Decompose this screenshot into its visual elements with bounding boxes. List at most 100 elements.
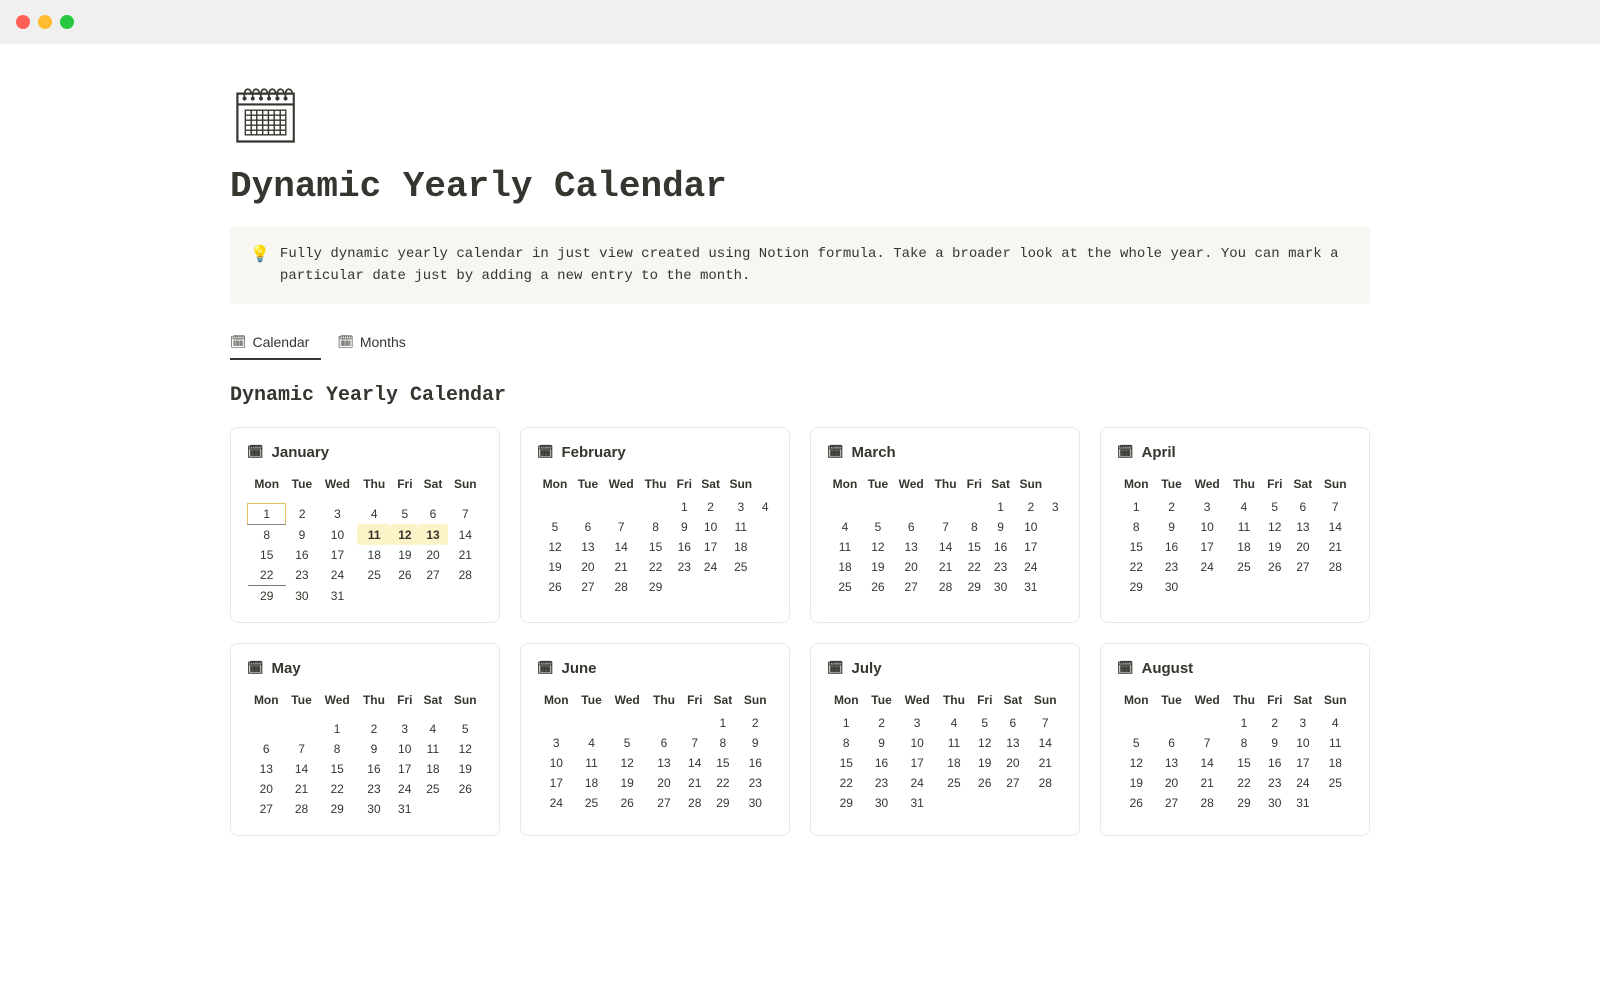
calendar-cell[interactable]: 8	[318, 739, 357, 759]
calendar-cell[interactable]: 10	[697, 517, 724, 537]
calendar-cell[interactable]: 4	[1318, 713, 1354, 733]
calendar-cell[interactable]: 20	[647, 773, 681, 793]
calendar-cell[interactable]: 9	[1261, 733, 1288, 753]
calendar-cell[interactable]: 8	[640, 517, 672, 537]
calendar-cell[interactable]: 24	[1288, 773, 1317, 793]
calendar-cell[interactable]: 9	[987, 517, 1014, 537]
calendar-cell[interactable]: 19	[863, 557, 893, 577]
calendar-cell[interactable]: 14	[448, 524, 483, 545]
calendar-cell[interactable]: 24	[1014, 557, 1047, 577]
calendar-cell[interactable]: 28	[930, 577, 962, 597]
calendar-cell[interactable]: 16	[672, 537, 697, 557]
calendar-cell[interactable]: 17	[1188, 537, 1227, 557]
calendar-cell[interactable]: 20	[893, 557, 930, 577]
calendar-cell[interactable]: 9	[286, 524, 318, 545]
calendar-cell[interactable]: 17	[697, 537, 724, 557]
calendar-cell[interactable]: 29	[708, 793, 737, 813]
calendar-cell[interactable]: 21	[448, 545, 483, 565]
calendar-cell[interactable]: 13	[418, 524, 447, 545]
calendar-cell[interactable]: 21	[930, 557, 962, 577]
calendar-cell[interactable]: 15	[708, 753, 737, 773]
calendar-cell[interactable]: 30	[357, 799, 391, 819]
calendar-cell[interactable]: 26	[1261, 557, 1288, 577]
calendar-cell[interactable]: 26	[448, 779, 484, 799]
calendar-cell[interactable]: 10	[1188, 517, 1227, 537]
calendar-cell[interactable]: 30	[987, 577, 1014, 597]
calendar-cell[interactable]: 2	[1014, 497, 1047, 517]
calendar-cell[interactable]: 21	[286, 779, 318, 799]
calendar-cell[interactable]: 19	[1117, 773, 1156, 793]
calendar-cell[interactable]: 22	[248, 565, 286, 586]
calendar-cell[interactable]: 23	[1156, 557, 1188, 577]
calendar-cell[interactable]: 27	[998, 773, 1027, 793]
calendar-cell[interactable]: 13	[1288, 517, 1317, 537]
calendar-cell[interactable]: 20	[1288, 537, 1317, 557]
calendar-cell[interactable]: 22	[962, 557, 987, 577]
calendar-cell[interactable]: 5	[448, 719, 484, 739]
calendar-cell[interactable]: 17	[537, 773, 576, 793]
calendar-cell[interactable]: 12	[1261, 517, 1288, 537]
calendar-cell[interactable]: 9	[1156, 517, 1188, 537]
calendar-cell[interactable]: 16	[866, 753, 898, 773]
calendar-cell[interactable]: 27	[647, 793, 681, 813]
calendar-cell[interactable]: 12	[448, 739, 484, 759]
calendar-cell[interactable]: 2	[286, 503, 318, 524]
calendar-cell[interactable]: 11	[1227, 517, 1261, 537]
close-button[interactable]	[16, 15, 30, 29]
calendar-cell[interactable]: 3	[1188, 497, 1227, 517]
calendar-cell[interactable]: 28	[1188, 793, 1227, 813]
calendar-cell[interactable]: 16	[1261, 753, 1288, 773]
calendar-cell[interactable]: 7	[930, 517, 962, 537]
calendar-cell[interactable]: 1	[248, 503, 286, 524]
calendar-cell[interactable]: 14	[1188, 753, 1227, 773]
calendar-cell[interactable]: 18	[827, 557, 863, 577]
calendar-cell[interactable]: 25	[418, 779, 447, 799]
calendar-cell[interactable]: 17	[318, 545, 357, 565]
calendar-cell[interactable]: 24	[898, 773, 937, 793]
calendar-cell[interactable]: 15	[827, 753, 866, 773]
calendar-cell[interactable]: 10	[318, 524, 357, 545]
calendar-cell[interactable]: 13	[573, 537, 603, 557]
calendar-cell[interactable]: 12	[537, 537, 573, 557]
calendar-cell[interactable]: 3	[1288, 713, 1317, 733]
calendar-cell[interactable]: 24	[318, 565, 357, 586]
calendar-cell[interactable]: 23	[866, 773, 898, 793]
calendar-cell[interactable]: 7	[1188, 733, 1227, 753]
calendar-cell[interactable]: 26	[1117, 793, 1156, 813]
calendar-cell[interactable]: 18	[1227, 537, 1261, 557]
calendar-cell[interactable]: 15	[1227, 753, 1261, 773]
calendar-cell[interactable]: 6	[418, 503, 447, 524]
calendar-cell[interactable]: 14	[681, 753, 708, 773]
calendar-cell[interactable]: 8	[1227, 733, 1261, 753]
calendar-cell[interactable]: 6	[893, 517, 930, 537]
calendar-cell[interactable]: 21	[1188, 773, 1227, 793]
calendar-cell[interactable]: 18	[576, 773, 608, 793]
calendar-cell[interactable]: 23	[738, 773, 774, 793]
calendar-cell[interactable]: 6	[1156, 733, 1188, 753]
calendar-cell[interactable]: 8	[708, 733, 737, 753]
calendar-cell[interactable]: 25	[937, 773, 971, 793]
calendar-cell[interactable]: 2	[866, 713, 898, 733]
minimize-button[interactable]	[38, 15, 52, 29]
calendar-cell[interactable]: 29	[962, 577, 987, 597]
calendar-cell[interactable]: 14	[1318, 517, 1354, 537]
calendar-cell[interactable]: 21	[681, 773, 708, 793]
calendar-cell[interactable]: 27	[573, 577, 603, 597]
calendar-cell[interactable]: 1	[827, 713, 866, 733]
calendar-cell[interactable]: 19	[1261, 537, 1288, 557]
calendar-cell[interactable]: 16	[987, 537, 1014, 557]
calendar-cell[interactable]: 24	[537, 793, 576, 813]
calendar-cell[interactable]: 11	[1318, 733, 1354, 753]
calendar-cell[interactable]: 31	[898, 793, 937, 813]
calendar-cell[interactable]: 5	[971, 713, 998, 733]
calendar-cell[interactable]: 2	[1261, 713, 1288, 733]
calendar-cell[interactable]: 2	[357, 719, 391, 739]
calendar-cell[interactable]: 16	[738, 753, 774, 773]
calendar-cell[interactable]: 6	[1288, 497, 1317, 517]
calendar-cell[interactable]: 29	[248, 585, 286, 606]
calendar-cell[interactable]: 18	[724, 537, 757, 557]
calendar-cell[interactable]: 1	[1117, 497, 1156, 517]
calendar-cell[interactable]: 25	[724, 557, 757, 577]
calendar-cell[interactable]: 16	[357, 759, 391, 779]
calendar-cell[interactable]: 9	[357, 739, 391, 759]
